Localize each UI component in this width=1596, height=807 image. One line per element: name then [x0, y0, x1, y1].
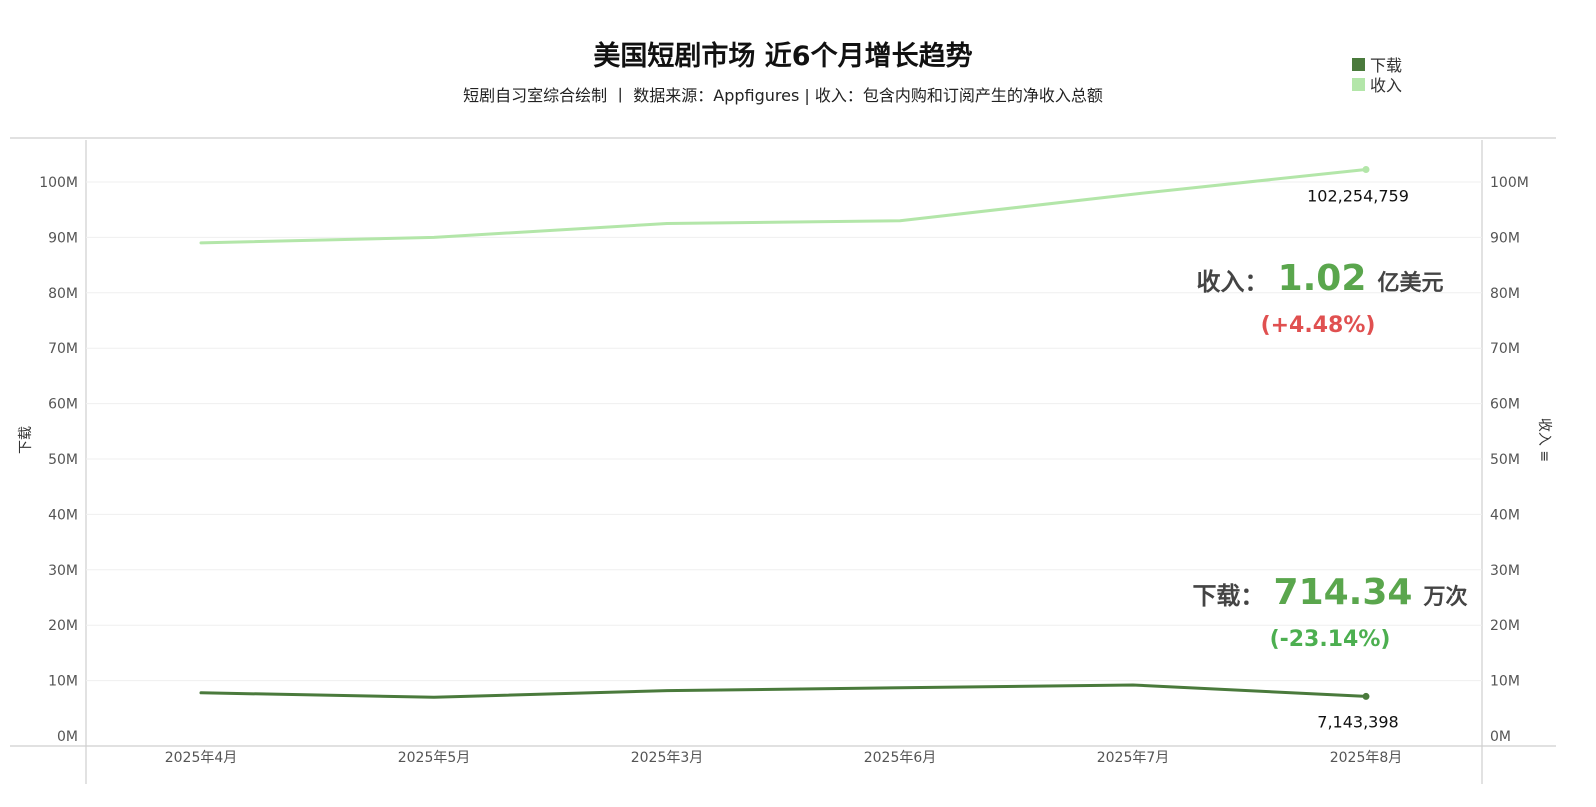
data-point-revenue[interactable]	[1362, 166, 1370, 174]
series-line-downloads	[199, 683, 1368, 699]
downloads-annotation: 下载： 714.34 万次 (-23.14%)	[1192, 572, 1467, 652]
revenue-annotation: 收入： 1.02 亿美元 (+4.48%)	[1196, 258, 1443, 338]
right-tick-label: 90M	[1490, 230, 1520, 246]
left-tick-label: 20M	[48, 618, 78, 634]
left-tick-label: 100M	[39, 175, 78, 191]
left-tick-label: 70M	[48, 341, 78, 357]
right-tick-label: 10M	[1490, 674, 1520, 690]
x-tick-label: 2025年8月	[1330, 750, 1403, 766]
left-axis-ticks: 0M 10M 20M 30M 40M 50M 60M 70M 80M 90M 100M	[39, 175, 78, 745]
x-axis-ticks: 2025年4月 2025年5月 2025年3月 2025年6月 2025年7月 2025年…	[165, 750, 1403, 766]
right-tick-label: 100M	[1490, 175, 1529, 191]
revenue-annotation-change: (+4.48%)	[1261, 313, 1376, 338]
downloads-annotation-change: (-23.14%)	[1270, 627, 1391, 652]
x-tick-label: 2025年4月	[165, 750, 238, 766]
right-axis-title: 收入 ≡	[1536, 418, 1552, 462]
x-tick-label: 2025年6月	[864, 750, 937, 766]
right-tick-label: 70M	[1490, 341, 1520, 357]
chart-frame	[10, 137, 1556, 784]
last-value-label-downloads: 7,143,398	[1317, 712, 1398, 731]
last-value-label-revenue: 102,254,759	[1307, 187, 1409, 206]
right-tick-label: 50M	[1490, 452, 1520, 468]
downloads-annotation-value: 714.34	[1274, 572, 1413, 613]
right-tick-label: 40M	[1490, 507, 1520, 523]
chart-svg: 0M 10M 20M 30M 40M 50M 60M 70M 80M 90M 100M 0M 10M 2…	[10, 137, 1556, 784]
right-tick-label: 80M	[1490, 286, 1520, 302]
right-tick-label: 20M	[1490, 618, 1520, 634]
right-tick-label: 60M	[1490, 397, 1520, 413]
left-tick-label: 90M	[48, 230, 78, 246]
chart-root: 美国短剧市场 近6个月增长趋势 短剧自习室综合绘制 丨 数据来源：Appfigu…	[0, 0, 1596, 807]
svg-text:下载： 714.34 万次: 下载： 714.34 万次	[1192, 572, 1467, 613]
left-tick-label: 0M	[57, 729, 78, 745]
downloads-annotation-label: 下载：	[1192, 582, 1264, 610]
right-axis-ticks: 0M 10M 20M 30M 40M 50M 60M 70M 80M 90M 100M	[1490, 175, 1529, 745]
revenue-annotation-unit: 亿美元	[1378, 270, 1444, 296]
left-axis-title: 下载	[18, 426, 34, 454]
right-tick-label: 30M	[1490, 563, 1520, 579]
x-tick-label: 2025年3月	[631, 750, 704, 766]
data-point-downloads[interactable]	[1362, 692, 1370, 700]
revenue-annotation-label: 收入：	[1196, 268, 1268, 296]
left-tick-label: 80M	[48, 286, 78, 302]
svg-text:收入： 1.02 亿美元: 收入： 1.02 亿美元	[1196, 258, 1443, 299]
x-tick-label: 2025年5月	[398, 750, 471, 766]
left-tick-label: 60M	[48, 397, 78, 413]
downloads-annotation-unit: 万次	[1423, 584, 1468, 610]
series-layer: 7,143,398 102,254,759	[199, 166, 1409, 731]
left-tick-label: 50M	[48, 452, 78, 468]
left-tick-label: 30M	[48, 563, 78, 579]
right-tick-label: 0M	[1490, 729, 1511, 745]
left-tick-label: 10M	[48, 674, 78, 690]
left-tick-label: 40M	[48, 507, 78, 523]
x-tick-label: 2025年7月	[1097, 750, 1170, 766]
series-line-revenue	[199, 168, 1368, 245]
revenue-annotation-value: 1.02	[1278, 258, 1367, 299]
